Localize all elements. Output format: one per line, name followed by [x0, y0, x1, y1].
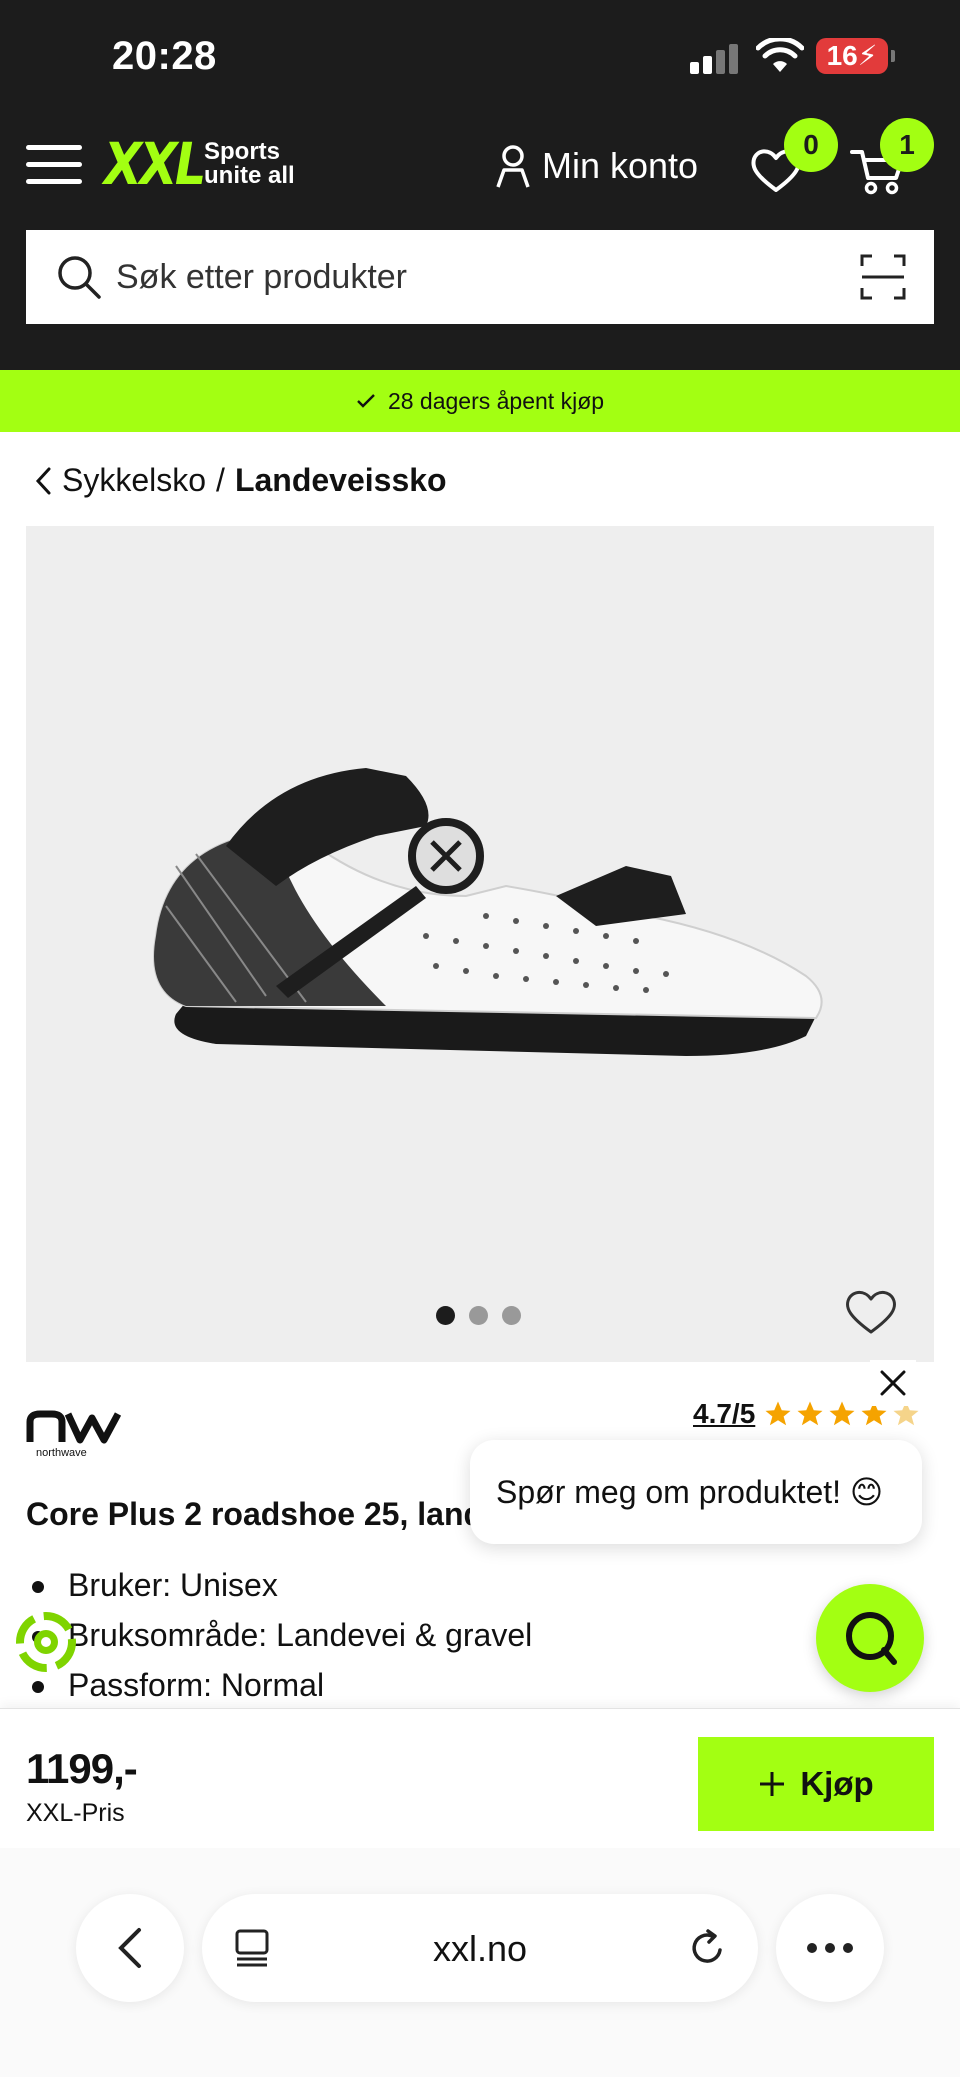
- checkmark-icon: [357, 394, 375, 408]
- spec-item: Passform: Normal: [26, 1660, 532, 1710]
- cellular-signal-icon: [690, 44, 740, 74]
- price-label: XXL-Pris: [26, 1799, 125, 1827]
- browser-address-bar[interactable]: xxl.no: [202, 1894, 758, 2002]
- chat-icon: [846, 1612, 897, 1665]
- gallery-pagination[interactable]: [436, 1306, 521, 1325]
- spec-item: Bruksområde: Landevei & gravel: [26, 1610, 532, 1660]
- account-link[interactable]: Min konto: [496, 138, 698, 194]
- chevron-left-icon: [118, 1928, 141, 1968]
- menu-button[interactable]: [26, 145, 82, 185]
- plus-icon: [760, 1772, 785, 1796]
- user-icon: [496, 145, 530, 188]
- battery-indicator: 16⚡: [816, 38, 895, 74]
- status-time: 20:28: [112, 34, 217, 78]
- wishlist-count-badge: 0: [784, 118, 838, 172]
- buy-button-label: Kjøp: [800, 1765, 874, 1802]
- product-price: 1199,-: [26, 1745, 138, 1792]
- search-input[interactable]: [116, 230, 816, 324]
- product-specs-list: Bruker: Unisex Bruksområde: Landevei & g…: [26, 1560, 532, 1710]
- breadcrumb-separator: /: [216, 462, 225, 498]
- buy-bar: 1199,- XXL-Pris Kjøp: [0, 1708, 960, 1848]
- logo-wordmark: XXL: [104, 130, 206, 198]
- gallery-dot-1[interactable]: [436, 1306, 455, 1325]
- chat-prompt-text: Spør meg om produktet! 😊: [496, 1474, 884, 1510]
- star-filled-icon: [765, 1401, 791, 1426]
- favorite-heart-icon[interactable]: [844, 1286, 898, 1336]
- breadcrumb: Sykkelsko / Landeveissko: [34, 462, 447, 499]
- northwave-brand-logo[interactable]: northwave: [26, 1408, 138, 1458]
- promo-text: 28 dagers åpent kjøp: [387, 387, 605, 414]
- star-filled-icon: [829, 1401, 855, 1426]
- account-label: Min konto: [542, 145, 699, 186]
- star-filled-icon: [797, 1401, 823, 1426]
- barcode-scan-icon[interactable]: [860, 254, 906, 300]
- product-title: Core Plus 2 roadshoe 25, landeveissko: [26, 1496, 486, 1532]
- product-image-gallery[interactable]: [26, 526, 934, 1362]
- cart-count-badge: 1: [880, 118, 934, 172]
- chat-prompt-bubble[interactable]: Spør meg om produktet! 😊: [470, 1440, 922, 1544]
- logo-tagline: Sports unite all: [204, 138, 295, 189]
- breadcrumb-parent[interactable]: Sykkelsko: [62, 462, 206, 499]
- more-dots-icon: [807, 1943, 853, 1953]
- wifi-icon: [756, 38, 804, 72]
- breadcrumb-current: Landeveissko: [234, 462, 447, 498]
- gallery-dot-3[interactable]: [502, 1306, 521, 1325]
- buy-button[interactable]: Kjøp: [698, 1737, 934, 1831]
- battery-level: 16: [826, 40, 858, 71]
- brand-logo-text: northwave: [36, 1447, 87, 1458]
- rating-value[interactable]: 4.7/5: [693, 1398, 755, 1430]
- chat-close-icon[interactable]: [870, 1360, 916, 1406]
- search-bar[interactable]: [26, 230, 934, 324]
- browser-back-button[interactable]: [76, 1894, 184, 2002]
- search-icon: [58, 256, 101, 299]
- gallery-dot-2[interactable]: [469, 1306, 488, 1325]
- product-shoe-image: [153, 768, 823, 1056]
- reload-icon[interactable]: [688, 1928, 728, 1968]
- browser-url: xxl.no: [432, 1928, 528, 1969]
- browser-more-button[interactable]: [776, 1894, 884, 2002]
- promo-banner: 28 dagers åpent kjøp: [0, 370, 960, 432]
- chat-assistant-button[interactable]: [816, 1584, 924, 1692]
- app-header: 20:28 16⚡ XXL Sports unite all Min konto…: [0, 0, 960, 370]
- recycle-widget-icon[interactable]: [14, 1610, 78, 1674]
- chevron-left-icon[interactable]: [34, 466, 52, 496]
- browser-toolbar: xxl.no: [0, 1848, 960, 2077]
- spec-item: Bruker: Unisex: [26, 1560, 532, 1610]
